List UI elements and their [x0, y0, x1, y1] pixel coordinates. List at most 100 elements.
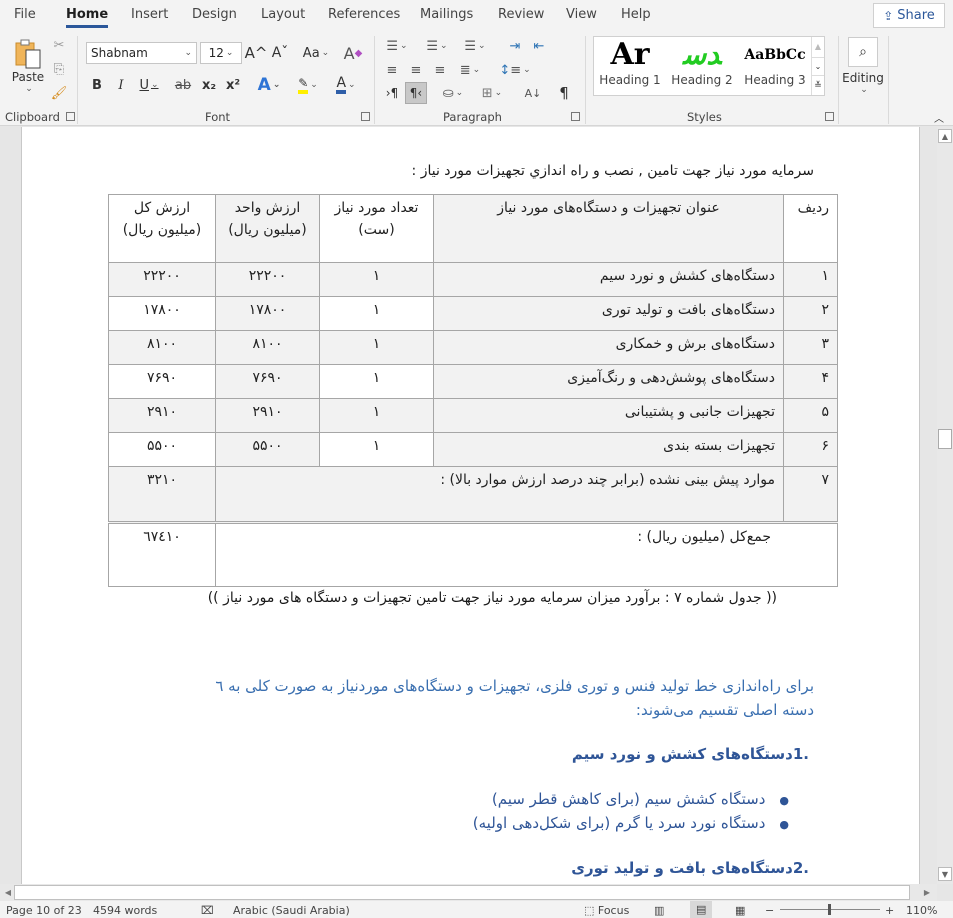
header-index: ردیف [783, 194, 838, 263]
font-size-select[interactable]: 12 ⌄ [200, 42, 242, 64]
font-name-select[interactable]: Shabnam ⌄ [86, 42, 197, 64]
scroll-left-icon[interactable]: ◀ [2, 885, 14, 900]
style-heading-3[interactable]: AaBbCc Heading 3 [738, 37, 812, 95]
tab-help[interactable]: Help [621, 7, 651, 22]
focus-icon: ⬚ [584, 904, 598, 917]
clipboard-group-label: Clipboard [5, 110, 60, 124]
copy-icon[interactable]: ⎘ [50, 60, 68, 78]
shading-button[interactable]: ⛀ ⌄ [437, 82, 469, 104]
underline-button[interactable]: U ⌄ [136, 74, 162, 96]
word-count[interactable]: 4594 words [93, 904, 157, 917]
tab-layout[interactable]: Layout [261, 7, 305, 22]
bullets-button[interactable]: ☰ ⌄ [383, 36, 411, 56]
justify-button[interactable]: ≣ ⌄ [455, 60, 485, 80]
tab-file[interactable]: File [14, 7, 36, 22]
intro-paragraph[interactable]: سرمايه مورد نياز جهت تامين , نصب و راه ا… [412, 163, 814, 179]
separator [374, 36, 375, 124]
multilevel-list-button[interactable]: ☰ ⌄ [461, 36, 489, 56]
body-paragraph-line1[interactable]: برای راه‌اندازی خط تولید فنس و توری فلزی… [215, 677, 814, 695]
proofing-icon[interactable]: ⌧ [201, 904, 214, 917]
collapse-ribbon-icon[interactable]: ︿ [931, 110, 947, 125]
section-heading-1[interactable]: .1دستگاه‌های کشش و نورد سیم [572, 745, 809, 763]
list-item-text: دستگاه نورد سرد یا گرم (برای شکل‌دهی اول… [472, 814, 766, 832]
increase-indent-icon[interactable]: ⇤ [530, 36, 548, 56]
numbering-button[interactable]: ☰ ⌄ [423, 36, 451, 56]
tab-insert[interactable]: Insert [131, 7, 168, 22]
chevron-down-icon: ⌄ [400, 41, 408, 51]
style-preview: AaBbCc [744, 47, 806, 63]
align-center-icon[interactable]: ≡ [407, 60, 425, 80]
shrink-font-button[interactable]: Aˇ [270, 42, 290, 64]
body-paragraph-line2[interactable]: دسته اصلی تقسیم می‌شوند: [636, 701, 814, 719]
table-caption[interactable]: (( جدول شماره ۷ : برآورد میزان سرمایه مو… [208, 590, 777, 606]
vertical-scrollbar[interactable]: ▲ ▼ [937, 127, 953, 884]
row-index: ۲ [783, 296, 838, 331]
horizontal-scrollbar[interactable]: ◀ ▶ [0, 884, 937, 901]
read-mode-icon[interactable]: ▥ [654, 904, 664, 917]
clear-formatting-button[interactable]: A ◆ [342, 42, 364, 64]
language-indicator[interactable]: Arabic (Saudi Arabia) [233, 904, 350, 917]
format-painter-icon[interactable]: 🖌 [50, 84, 68, 102]
grow-font-button[interactable]: A^ [245, 42, 268, 64]
document-area: سرمايه مورد نياز جهت تامين , نصب و راه ا… [0, 127, 937, 884]
tab-mailings[interactable]: Mailings [420, 7, 473, 22]
web-layout-icon[interactable]: ▦ [735, 904, 745, 917]
styles-scroll-up-icon[interactable]: ▲ [812, 37, 824, 56]
horizontal-scroll-thumb[interactable] [14, 885, 910, 900]
styles-scroll-down-icon[interactable]: ⌄ [812, 57, 824, 76]
editing-button[interactable]: ⌕ Editing ⌄ [842, 34, 884, 98]
focus-button[interactable]: ⬚ Focus [584, 904, 629, 917]
font-color-button[interactable]: A ⌄ [330, 74, 362, 96]
zoom-out-icon[interactable]: − [765, 904, 774, 917]
change-case-button[interactable]: Aa ⌄ [300, 42, 332, 64]
print-layout-icon[interactable]: ▤ [690, 901, 713, 918]
chevron-down-icon: ⌄ [440, 41, 448, 51]
style-heading-1[interactable]: Ar Heading 1 [594, 37, 666, 95]
row-title: دستگاه‌های بافت و تولید توری [433, 296, 784, 331]
text-effects-button[interactable]: A ⌄ [254, 74, 284, 96]
scroll-thumb[interactable] [938, 429, 952, 449]
page: سرمايه مورد نياز جهت تامين , نصب و راه ا… [21, 127, 920, 884]
tab-view[interactable]: View [566, 7, 597, 22]
paste-button[interactable]: Paste ⌄ [8, 36, 48, 96]
superscript-button[interactable]: x² [224, 74, 242, 96]
italic-button[interactable]: I [112, 74, 130, 96]
share-button[interactable]: ⇪ Share [873, 3, 945, 28]
zoom-slider-thumb[interactable] [828, 904, 831, 915]
align-left-icon[interactable]: ≡ [383, 60, 401, 80]
rtl-direction-button[interactable]: ¶‹ [405, 82, 427, 104]
font-size-value: 12 [208, 46, 224, 60]
tab-design[interactable]: Design [192, 7, 237, 22]
subscript-button[interactable]: x₂ [200, 74, 218, 96]
tab-home[interactable]: Home [66, 7, 109, 28]
line-spacing-button[interactable]: ↕ ≡ ⌄ [499, 60, 530, 80]
scroll-right-icon[interactable]: ▶ [921, 885, 933, 900]
highlight-color-button[interactable]: ✎ ⌄ [292, 74, 324, 96]
clipboard-launcher-icon[interactable] [66, 112, 75, 121]
styles-launcher-icon[interactable] [825, 112, 834, 121]
borders-button[interactable]: ⊞ ⌄ [476, 82, 508, 104]
font-launcher-icon[interactable] [361, 112, 370, 121]
styles-more-icon[interactable]: ≚ [812, 77, 824, 95]
scroll-up-icon[interactable]: ▲ [938, 129, 952, 143]
tab-references[interactable]: References [328, 7, 400, 22]
list-item[interactable]: ● دستگاه نورد سرد یا گرم (برای شکل‌دهی او… [473, 814, 789, 832]
multilevel-list-icon: ☰ [464, 38, 477, 54]
list-item[interactable]: ● دستگاه کشش سیم (برای کاهش قطر سیم) [492, 790, 789, 808]
ltr-direction-button[interactable]: ›¶ [381, 82, 403, 104]
zoom-in-icon[interactable]: + [885, 904, 894, 917]
cut-icon[interactable]: ✂ [50, 36, 68, 54]
tab-review[interactable]: Review [498, 7, 544, 22]
bold-button[interactable]: B [88, 74, 106, 96]
strikethrough-button[interactable]: ab [172, 74, 194, 96]
decrease-indent-icon[interactable]: ⇥ [506, 36, 524, 56]
align-right-icon[interactable]: ≡ [431, 60, 449, 80]
page-count[interactable]: Page 10 of 23 [6, 904, 82, 917]
paragraph-launcher-icon[interactable] [571, 112, 580, 121]
section-heading-2[interactable]: .2دستگاه‌های بافت و تولید توری [571, 859, 809, 877]
style-heading-2[interactable]: ﺪﺳ Heading 2 [666, 37, 738, 95]
zoom-level[interactable]: 110% [906, 904, 937, 917]
sort-icon[interactable]: A↓ [522, 82, 544, 104]
show-marks-button[interactable]: ¶ [553, 82, 575, 104]
scroll-down-icon[interactable]: ▼ [938, 867, 952, 881]
